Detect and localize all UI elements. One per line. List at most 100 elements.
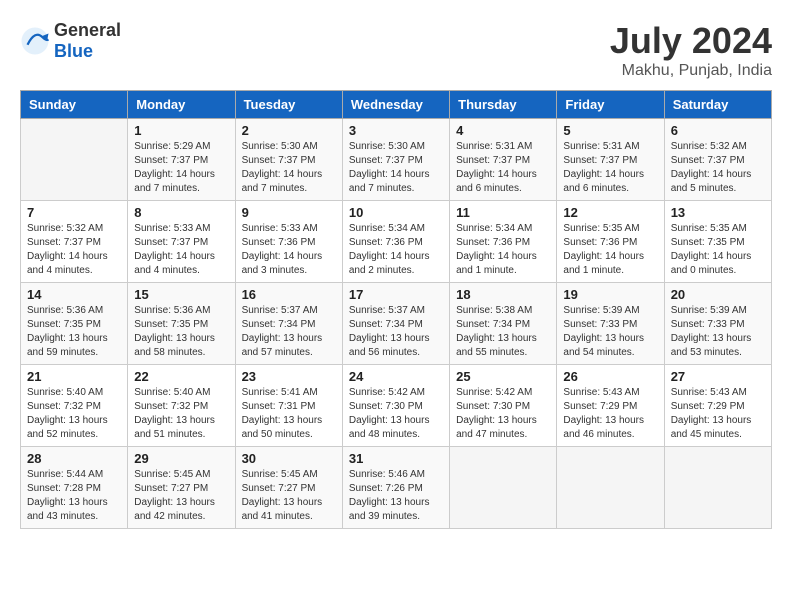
weekday-header-tuesday: Tuesday: [235, 91, 342, 119]
day-info: Sunrise: 5:35 AMSunset: 7:36 PMDaylight:…: [563, 222, 657, 278]
calendar-week-row: 21 Sunrise: 5:40 AMSunset: 7:32 PMDayligh…: [21, 365, 772, 447]
day-info: Sunrise: 5:33 AMSunset: 7:36 PMDaylight:…: [242, 222, 336, 278]
day-number: 9: [242, 205, 336, 220]
day-info: Sunrise: 5:40 AMSunset: 7:32 PMDaylight:…: [134, 386, 228, 442]
calendar-cell: 19 Sunrise: 5:39 AMSunset: 7:33 PMDayligh…: [557, 283, 664, 365]
calendar-cell: 26Sunrise: 5:43 AMSunset: 7:29 PMDayligh…: [557, 365, 664, 447]
calendar-week-row: 1 Sunrise: 5:29 AMSunset: 7:37 PMDaylight…: [21, 119, 772, 201]
calendar-cell: [21, 119, 128, 201]
location-title: Makhu, Punjab, India: [610, 62, 772, 80]
day-number: 15: [134, 287, 228, 302]
calendar-cell: 6Sunrise: 5:32 AMSunset: 7:37 PMDaylight…: [664, 119, 771, 201]
calendar-cell: 7Sunrise: 5:32 AMSunset: 7:37 PMDaylight…: [21, 201, 128, 283]
calendar-cell: 16Sunrise: 5:37 AMSunset: 7:34 PMDayligh…: [235, 283, 342, 365]
weekday-row: SundayMondayTuesdayWednesdayThursdayFrid…: [21, 91, 772, 119]
weekday-header-monday: Monday: [128, 91, 235, 119]
day-info: Sunrise: 5:34 AMSunset: 7:36 PMDaylight:…: [349, 222, 443, 278]
calendar-cell: 14 Sunrise: 5:36 AMSunset: 7:35 PMDayligh…: [21, 283, 128, 365]
weekday-header-friday: Friday: [557, 91, 664, 119]
day-number: 14: [27, 287, 121, 302]
day-number: 1: [134, 123, 228, 138]
logo: General Blue: [20, 20, 121, 62]
day-info: Sunrise: 5:37 AMSunset: 7:34 PMDaylight:…: [349, 304, 443, 360]
day-info: Sunrise: 5:32 AMSunset: 7:37 PMDaylight:…: [671, 140, 765, 196]
calendar-week-row: 14 Sunrise: 5:36 AMSunset: 7:35 PMDayligh…: [21, 283, 772, 365]
calendar-cell: 17 Sunrise: 5:37 AMSunset: 7:34 PMDayligh…: [342, 283, 449, 365]
day-number: 23: [242, 369, 336, 384]
calendar-cell: 11Sunrise: 5:34 AMSunset: 7:36 PMDayligh…: [450, 201, 557, 283]
calendar-cell: 27 Sunrise: 5:43 AMSunset: 7:29 PMDayligh…: [664, 365, 771, 447]
calendar-cell: 22 Sunrise: 5:40 AMSunset: 7:32 PMDayligh…: [128, 365, 235, 447]
day-number: 7: [27, 205, 121, 220]
day-number: 12: [563, 205, 657, 220]
day-number: 13: [671, 205, 765, 220]
calendar-body: 1 Sunrise: 5:29 AMSunset: 7:37 PMDaylight…: [21, 119, 772, 529]
day-number: 8: [134, 205, 228, 220]
day-number: 28: [27, 451, 121, 466]
day-info: Sunrise: 5:38 AMSunset: 7:34 PMDaylight:…: [456, 304, 550, 360]
calendar: SundayMondayTuesdayWednesdayThursdayFrid…: [20, 90, 772, 529]
calendar-cell: 31Sunrise: 5:46 AMSunset: 7:26 PMDayligh…: [342, 447, 449, 529]
calendar-header: SundayMondayTuesdayWednesdayThursdayFrid…: [21, 91, 772, 119]
calendar-cell: [557, 447, 664, 529]
day-number: 21: [27, 369, 121, 384]
day-info: Sunrise: 5:43 AMSunset: 7:29 PMDaylight:…: [563, 386, 657, 442]
day-info: Sunrise: 5:35 AMSunset: 7:35 PMDaylight:…: [671, 222, 765, 278]
logo-icon: [20, 26, 50, 56]
day-info: Sunrise: 5:36 AMSunset: 7:35 PMDaylight:…: [134, 304, 228, 360]
calendar-cell: 28 Sunrise: 5:44 AMSunset: 7:28 PMDayligh…: [21, 447, 128, 529]
calendar-week-row: 28 Sunrise: 5:44 AMSunset: 7:28 PMDayligh…: [21, 447, 772, 529]
day-info: Sunrise: 5:46 AMSunset: 7:26 PMDaylight:…: [349, 468, 443, 524]
weekday-header-saturday: Saturday: [664, 91, 771, 119]
calendar-cell: 10 Sunrise: 5:34 AMSunset: 7:36 PMDayligh…: [342, 201, 449, 283]
day-number: 22: [134, 369, 228, 384]
day-info: Sunrise: 5:44 AMSunset: 7:28 PMDaylight:…: [27, 468, 121, 524]
day-number: 11: [456, 205, 550, 220]
day-number: 5: [563, 123, 657, 138]
day-number: 2: [242, 123, 336, 138]
day-number: 16: [242, 287, 336, 302]
calendar-cell: 29Sunrise: 5:45 AMSunset: 7:27 PMDayligh…: [128, 447, 235, 529]
calendar-cell: 3 Sunrise: 5:30 AMSunset: 7:37 PMDaylight…: [342, 119, 449, 201]
calendar-week-row: 7Sunrise: 5:32 AMSunset: 7:37 PMDaylight…: [21, 201, 772, 283]
day-info: Sunrise: 5:39 AMSunset: 7:33 PMDaylight:…: [671, 304, 765, 360]
day-number: 18: [456, 287, 550, 302]
calendar-cell: [450, 447, 557, 529]
day-info: Sunrise: 5:45 AMSunset: 7:27 PMDaylight:…: [242, 468, 336, 524]
day-info: Sunrise: 5:41 AMSunset: 7:31 PMDaylight:…: [242, 386, 336, 442]
day-info: Sunrise: 5:43 AMSunset: 7:29 PMDaylight:…: [671, 386, 765, 442]
day-info: Sunrise: 5:30 AMSunset: 7:37 PMDaylight:…: [349, 140, 443, 196]
day-info: Sunrise: 5:36 AMSunset: 7:35 PMDaylight:…: [27, 304, 121, 360]
day-info: Sunrise: 5:31 AMSunset: 7:37 PMDaylight:…: [563, 140, 657, 196]
calendar-cell: 12 Sunrise: 5:35 AMSunset: 7:36 PMDayligh…: [557, 201, 664, 283]
day-info: Sunrise: 5:42 AMSunset: 7:30 PMDaylight:…: [456, 386, 550, 442]
month-title: July 2024: [610, 20, 772, 62]
day-info: Sunrise: 5:30 AMSunset: 7:37 PMDaylight:…: [242, 140, 336, 196]
header: General Blue July 2024 Makhu, Punjab, In…: [20, 20, 772, 80]
weekday-header-sunday: Sunday: [21, 91, 128, 119]
day-info: Sunrise: 5:42 AMSunset: 7:30 PMDaylight:…: [349, 386, 443, 442]
calendar-cell: 13 Sunrise: 5:35 AMSunset: 7:35 PMDayligh…: [664, 201, 771, 283]
day-info: Sunrise: 5:45 AMSunset: 7:27 PMDaylight:…: [134, 468, 228, 524]
day-number: 19: [563, 287, 657, 302]
logo-general: General: [54, 20, 121, 40]
calendar-cell: 2 Sunrise: 5:30 AMSunset: 7:37 PMDaylight…: [235, 119, 342, 201]
calendar-cell: 8Sunrise: 5:33 AMSunset: 7:37 PMDaylight…: [128, 201, 235, 283]
day-number: 17: [349, 287, 443, 302]
day-info: Sunrise: 5:39 AMSunset: 7:33 PMDaylight:…: [563, 304, 657, 360]
logo-blue: Blue: [54, 41, 93, 61]
calendar-cell: 9 Sunrise: 5:33 AMSunset: 7:36 PMDaylight…: [235, 201, 342, 283]
weekday-header-wednesday: Wednesday: [342, 91, 449, 119]
calendar-cell: 1 Sunrise: 5:29 AMSunset: 7:37 PMDaylight…: [128, 119, 235, 201]
day-number: 25: [456, 369, 550, 384]
day-number: 27: [671, 369, 765, 384]
calendar-cell: 30Sunrise: 5:45 AMSunset: 7:27 PMDayligh…: [235, 447, 342, 529]
title-section: July 2024 Makhu, Punjab, India: [610, 20, 772, 80]
calendar-cell: [664, 447, 771, 529]
weekday-header-thursday: Thursday: [450, 91, 557, 119]
day-number: 10: [349, 205, 443, 220]
calendar-cell: 18 Sunrise: 5:38 AMSunset: 7:34 PMDayligh…: [450, 283, 557, 365]
calendar-cell: 20Sunrise: 5:39 AMSunset: 7:33 PMDayligh…: [664, 283, 771, 365]
day-info: Sunrise: 5:29 AMSunset: 7:37 PMDaylight:…: [134, 140, 228, 196]
day-number: 3: [349, 123, 443, 138]
